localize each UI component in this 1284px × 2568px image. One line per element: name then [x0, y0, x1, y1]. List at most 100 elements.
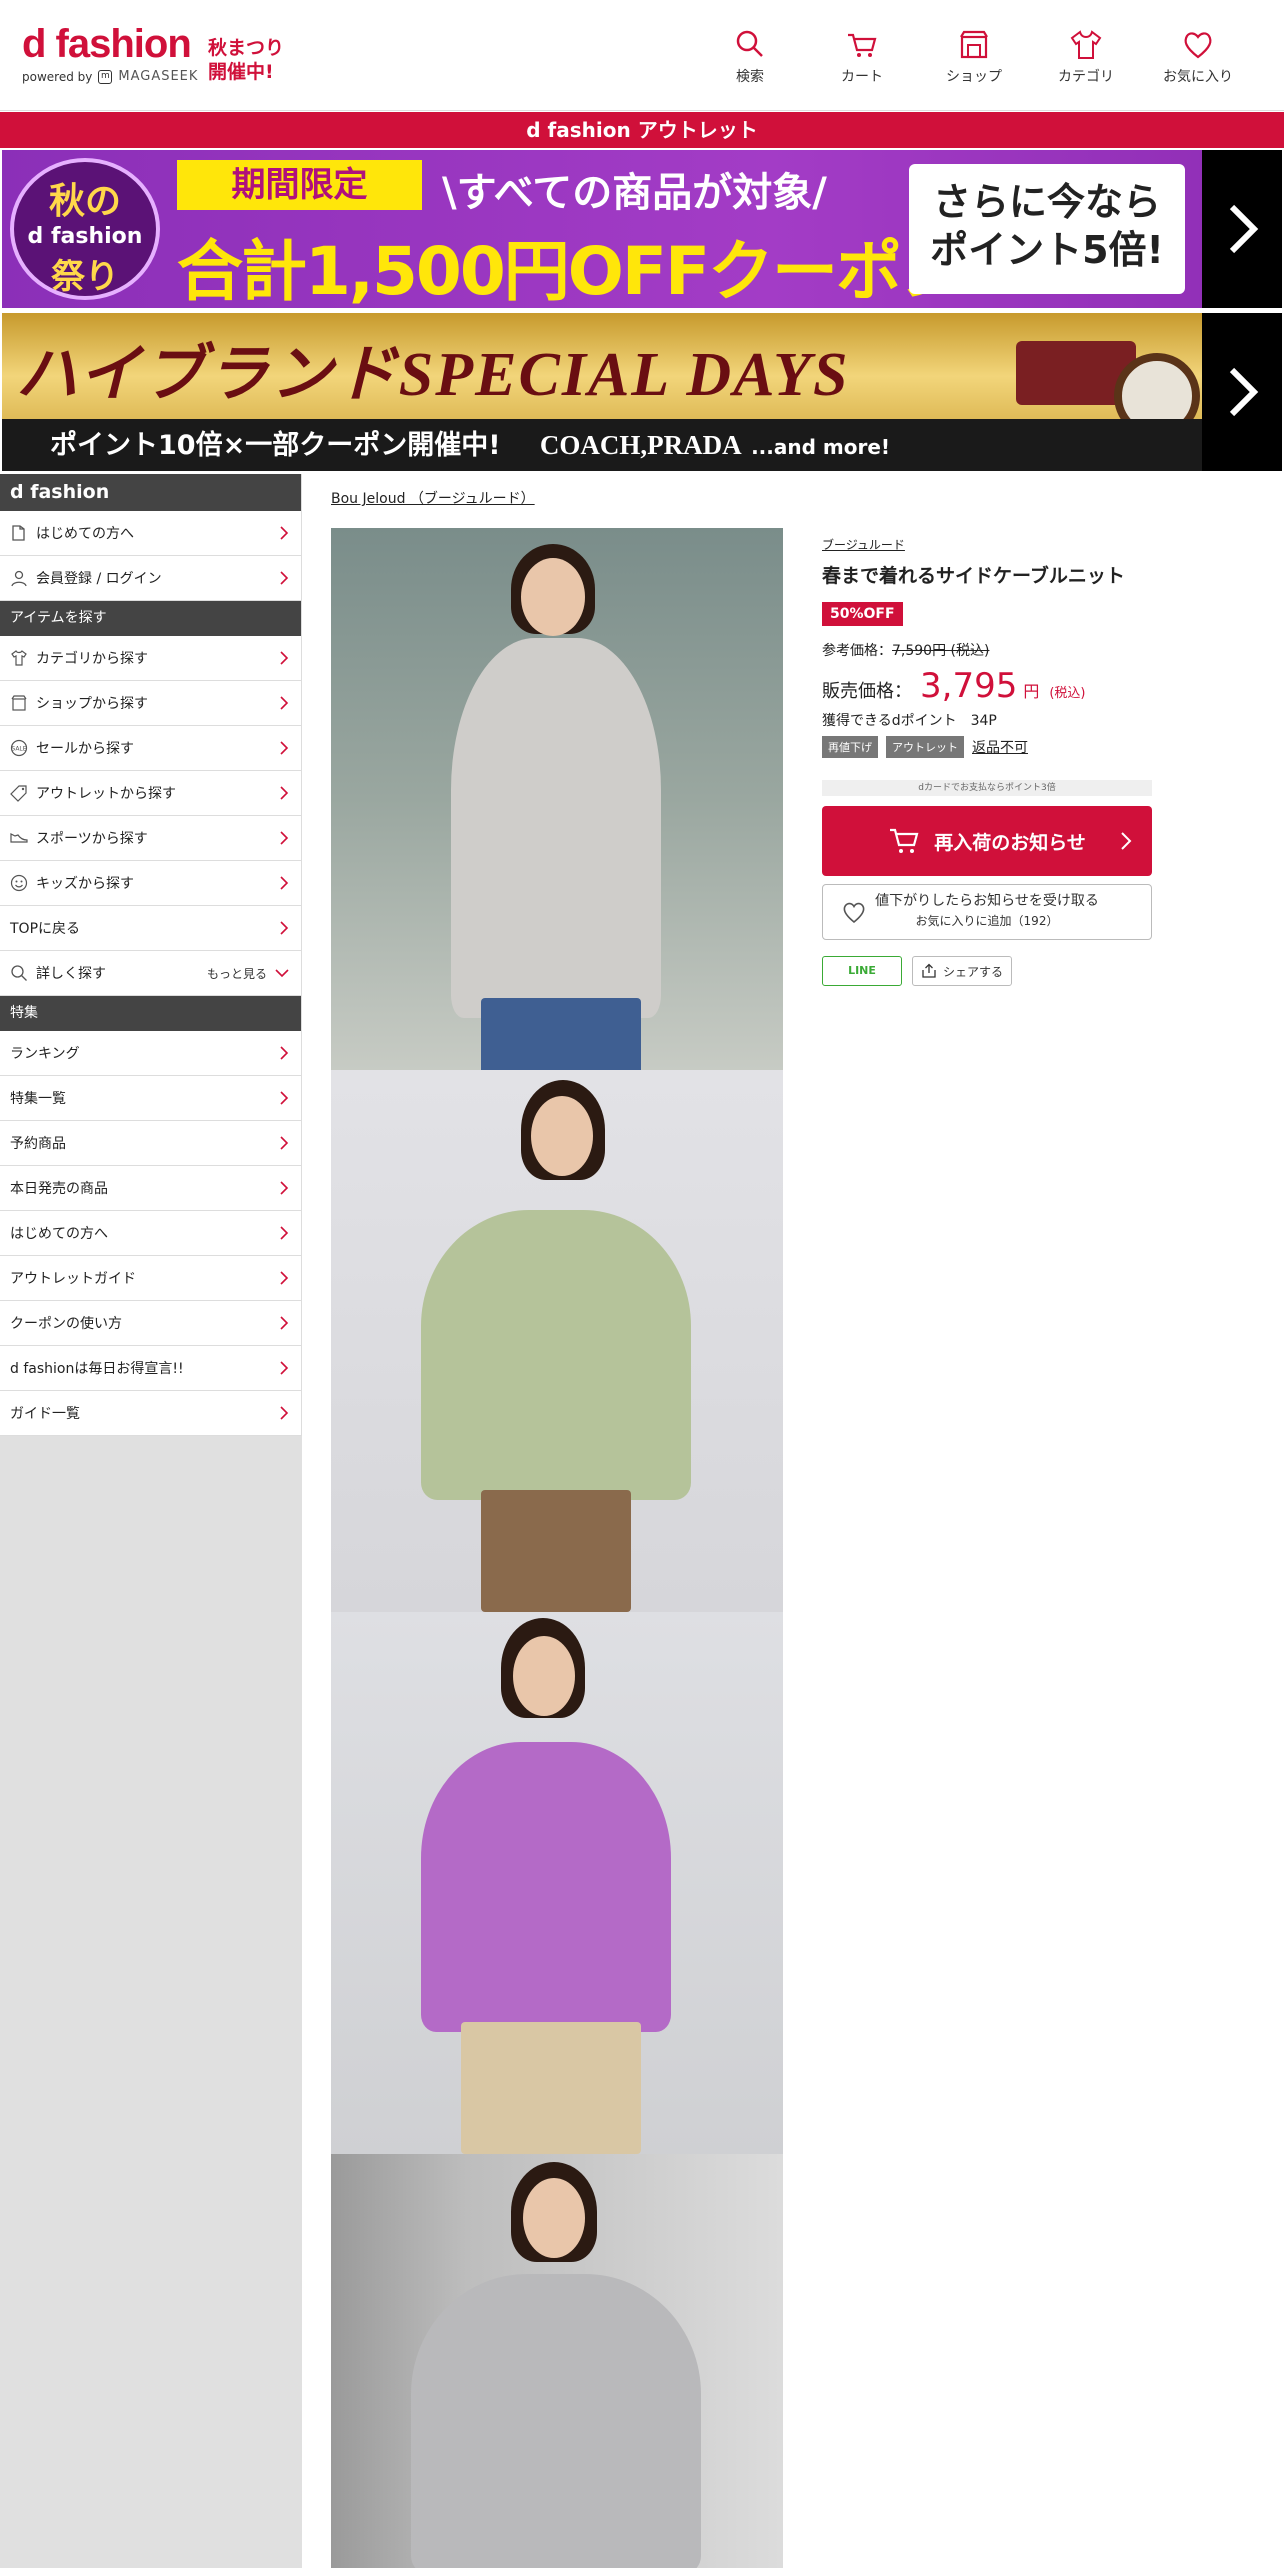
product-brand-link[interactable]: ブージュルード [822, 538, 905, 552]
discount-badge: 50%OFF [822, 602, 903, 626]
shoe-icon [10, 829, 28, 847]
line-share-button[interactable]: LINE [822, 956, 902, 986]
sidebar-item-features[interactable]: 特集一覧 [0, 1076, 301, 1121]
photo-figure [451, 638, 661, 1018]
favorite-button[interactable]: 値下がりしたらお知らせを受け取る お気に入りに追加（192） [822, 884, 1152, 940]
chevron-right-icon [280, 1046, 289, 1060]
product-photo-1[interactable] [331, 528, 783, 1070]
sidebar-item-beginners[interactable]: はじめての方へ [0, 511, 301, 556]
sidebar-item-label: d fashionは毎日お得宣言!! [10, 1361, 184, 1377]
ref-price-label: 参考価格： [822, 643, 892, 659]
photo-face [521, 558, 585, 636]
sidebar-item-beginners-2[interactable]: はじめての方へ [0, 1211, 301, 1256]
sidebar-item-today-release[interactable]: 本日発売の商品 [0, 1166, 301, 1211]
high-brand-points: ポイント10倍×一部クーポン開催中! [50, 430, 501, 461]
sale-price-value: 3,795 [920, 666, 1018, 706]
sidebar-item-daily-deal[interactable]: d fashionは毎日お得宣言!! [0, 1346, 301, 1391]
nav-search[interactable]: 検索 [694, 28, 806, 86]
logo-text: d fashion [22, 22, 192, 66]
sidebar-logo[interactable]: d fashion [0, 474, 301, 511]
sidebar-item-label: 本日発売の商品 [10, 1181, 108, 1197]
sidebar-item-outlet-guide[interactable]: アウトレットガイド [0, 1256, 301, 1301]
breadcrumb-brand[interactable]: Bou Jeloud （ブージュルード） [331, 488, 535, 508]
favorite-line1: 値下がりしたらお知らせを受け取る [875, 893, 1099, 909]
nav-cart[interactable]: カート [806, 28, 918, 86]
emblem-line2: d fashion [27, 224, 143, 249]
sale-price-unit: 円 [1023, 682, 1040, 701]
sale-price-label: 販売価格： [822, 681, 912, 702]
emblem-line1: 秋の [48, 181, 121, 222]
autumn-coupon-banner[interactable]: 秋の d fashion 祭り 期間限定 \すべての商品が対象/ 合計1,500… [2, 150, 1282, 308]
restock-notify-button[interactable]: 再入荷のお知らせ [822, 806, 1152, 876]
sidebar-item-login[interactable]: 会員登録 / ログイン [0, 556, 301, 601]
sidebar-item-top[interactable]: TOPに戻る [0, 906, 301, 951]
sidebar-item-label: アウトレットから探す [36, 786, 176, 802]
festival-badge[interactable]: 秋まつり 開催中! [208, 36, 284, 84]
chevron-right-icon [280, 1091, 289, 1105]
nav-category[interactable]: カテゴリ [1030, 28, 1142, 86]
product-photo-2[interactable] [331, 1070, 783, 1612]
sidebar-item-ranking[interactable]: ランキング [0, 1031, 301, 1076]
tag-outlet: アウトレット [886, 736, 964, 758]
sidebar-section-search: アイテムを探す [0, 601, 301, 636]
high-brand-more: ...and more! [751, 435, 891, 459]
book-icon [10, 524, 28, 542]
outlet-bar[interactable]: d fashion アウトレット [0, 112, 1284, 148]
chevron-right-icon [280, 876, 289, 890]
magaseek-icon: m [98, 69, 113, 84]
search-icon [10, 964, 28, 982]
sidebar-item-label: キッズから探す [36, 876, 134, 892]
photo-figure [411, 2274, 701, 2568]
site-logo[interactable]: d fashion powered by m MAGASEEK [22, 22, 198, 84]
share-button[interactable]: シェアする [912, 956, 1012, 986]
d-points: 獲得できるdポイント 34P [822, 713, 997, 729]
photo-face [513, 1636, 575, 1716]
nav-shop[interactable]: ショップ [918, 28, 1030, 86]
chevron-right-icon [280, 831, 289, 845]
festival-line1: 秋まつり [208, 37, 285, 59]
product-photo-4[interactable] [331, 2154, 783, 2568]
share-icon [922, 963, 936, 978]
shop-icon [10, 694, 28, 712]
sidebar-item-shop[interactable]: ショップから探す [0, 681, 301, 726]
chevron-right-icon [280, 696, 289, 710]
high-brand-banner[interactable]: ハイブランドSPECIAL DAYS ポイント10倍×一部クーポン開催中! CO… [2, 313, 1282, 471]
sidebar-item-label: 特集一覧 [10, 1091, 66, 1107]
sidebar-item-detail-search[interactable]: 詳しく探す もっと見る [0, 951, 301, 996]
sidebar-item-guide-list[interactable]: ガイド一覧 [0, 1391, 301, 1436]
product-photo-3[interactable] [331, 1612, 783, 2154]
shirt-icon [10, 649, 28, 667]
sale-price: 販売価格： 3,795 円 (税込) [822, 666, 1152, 706]
header-nav: 検索 カート ショップ カテゴリ お気に入り [694, 28, 1254, 86]
banner2-next-button[interactable] [1202, 313, 1282, 471]
person-icon [10, 569, 28, 587]
chevron-right-icon [1229, 367, 1259, 417]
sidebar-item-coupon-guide[interactable]: クーポンの使い方 [0, 1301, 301, 1346]
autumn-festival-emblem: 秋の d fashion 祭り [10, 158, 160, 300]
sidebar-item-preorder[interactable]: 予約商品 [0, 1121, 301, 1166]
favorite-line2: お気に入りに追加（192） [915, 914, 1059, 928]
nav-favorite[interactable]: お気に入り [1142, 28, 1254, 86]
sidebar-item-kids[interactable]: キッズから探す [0, 861, 301, 906]
sidebar-section-feature: 特集 [0, 996, 301, 1031]
chevron-right-icon [280, 1136, 289, 1150]
no-return-link[interactable]: 返品不可 [972, 737, 1028, 757]
search-icon [736, 30, 763, 57]
sidebar-item-label: ショップから探す [36, 696, 148, 712]
sidebar-item-sports[interactable]: スポーツから探す [0, 816, 301, 861]
dcard-note: dカードでお支払ならポイント3倍 [822, 780, 1152, 796]
sidebar-item-label: セールから探す [36, 741, 134, 757]
chevron-right-icon [280, 1316, 289, 1330]
photo-pants [461, 2022, 641, 2154]
banner1-next-button[interactable] [1202, 150, 1282, 308]
nav-shop-label: ショップ [946, 69, 1002, 85]
sidebar-item-label: はじめての方へ [10, 1226, 108, 1242]
nav-cart-label: カート [841, 69, 883, 85]
photo-figure [421, 1210, 691, 1500]
sidebar-item-category[interactable]: カテゴリから探す [0, 636, 301, 681]
sidebar-item-outlet[interactable]: アウトレットから探す [0, 771, 301, 816]
sidebar-item-label: ガイド一覧 [10, 1406, 80, 1422]
product-title: 春まで着れるサイドケーブルニット [822, 565, 1125, 587]
sidebar-item-sale[interactable]: SALE セールから探す [0, 726, 301, 771]
heart-icon [843, 902, 865, 924]
